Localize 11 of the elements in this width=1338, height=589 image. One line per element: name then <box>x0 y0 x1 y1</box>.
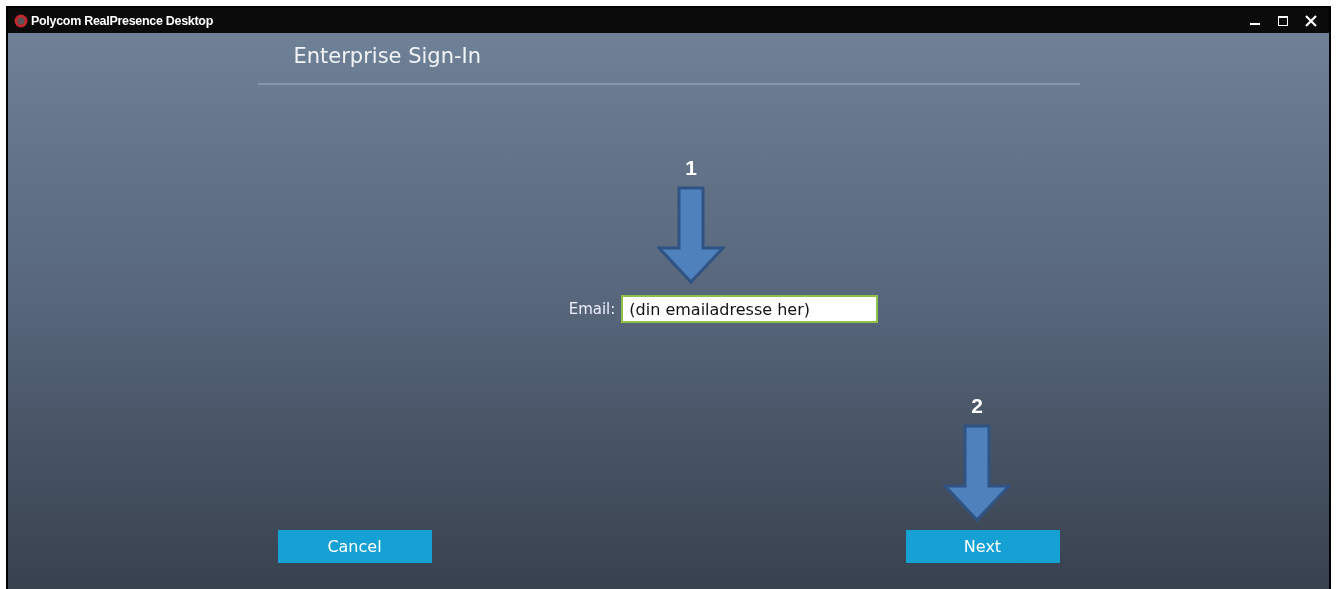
down-arrow-icon <box>657 186 725 284</box>
button[interactable]: Cancel <box>277 530 432 563</box>
logo-icon <box>14 13 28 28</box>
annotation-number: 2 <box>971 394 983 418</box>
email-field[interactable]: (din emailadresse her) <box>621 295 879 323</box>
email-label: Email: <box>568 300 616 318</box>
page-heading: Enterprise Sign-In <box>293 44 482 68</box>
annotation-number: 1 <box>685 156 697 180</box>
down-arrow-icon <box>943 424 1011 522</box>
button[interactable]: Next <box>905 530 1060 563</box>
window-title: Polycom RealPresence Desktop <box>31 13 213 28</box>
